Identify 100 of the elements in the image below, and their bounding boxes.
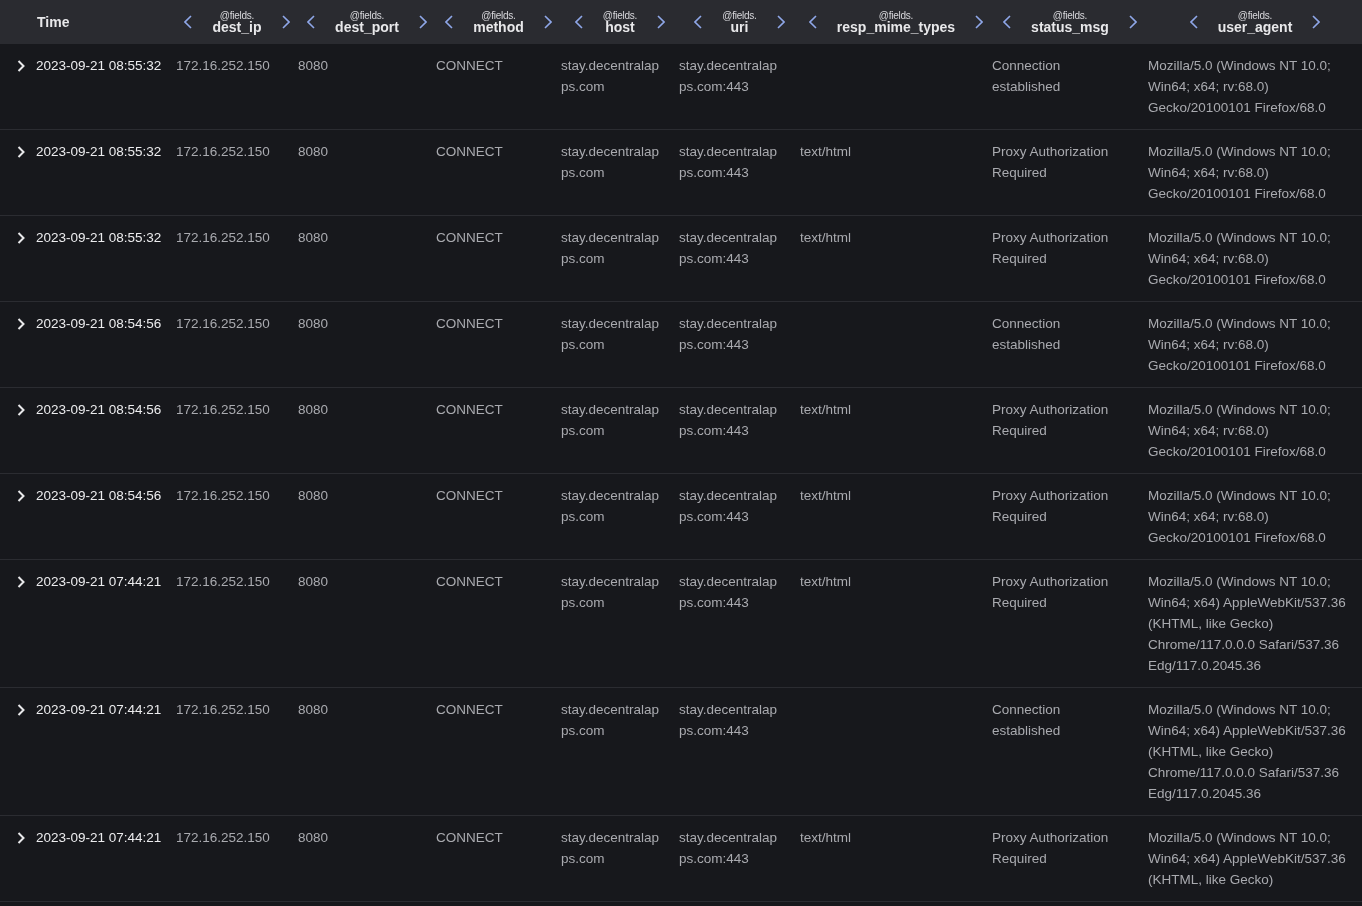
table-cell-text: stay.decentralapps.com — [561, 573, 661, 612]
table-cell-text: Connection established — [992, 57, 1062, 96]
table-cell-text: Proxy Authorization Required — [992, 143, 1110, 182]
table-cell-text: CONNECT — [436, 401, 504, 419]
table-cell-text: text/html — [800, 487, 852, 505]
table-cell-text: 172.16.252.150 — [176, 315, 271, 333]
table-cell-text: stay.decentralapps.com — [561, 57, 661, 96]
table-cell-text: text/html — [800, 401, 852, 419]
table-cell-text: CONNECT — [436, 487, 504, 505]
column-header: method — [473, 19, 524, 34]
table-cell-text: stay.decentralapps.com:443 — [679, 701, 779, 740]
table-cell-text: Proxy Authorization Required — [992, 487, 1110, 526]
table-cell-text: Mozilla/5.0 (Windows NT 10.0; Win64; x64; rv:68.0) Gecko/20100101 Firefox/68.0 — [1148, 57, 1332, 117]
table-cell-text: 172.16.252.150 — [176, 487, 271, 505]
table-cell-text: stay.decentralapps.com:443 — [679, 143, 779, 182]
field-prefix: @fields. — [481, 10, 516, 21]
table-cell-text: Proxy Authorization Required — [992, 229, 1110, 268]
column-header: dest_port — [335, 19, 399, 34]
table-cell-text: Connection established — [992, 315, 1062, 354]
field-prefix: @fields. — [1237, 10, 1273, 21]
table-cell-text: Mozilla/5.0 (Windows NT 10.0; Win64; x64; rv:68.0) Gecko/20100101 Firefox/68.0 — [1148, 315, 1332, 375]
expand-row-button[interactable] — [16, 317, 26, 330]
table-cell-text: stay.decentralapps.com:443 — [679, 315, 779, 354]
expand-row-button[interactable] — [16, 145, 26, 158]
table-cell-text: text/html — [800, 829, 852, 847]
table-cell-text: stay.decentralapps.com:443 — [679, 487, 779, 526]
table-cell-text: 8080 — [298, 143, 330, 161]
field-prefix: @fields. — [219, 10, 255, 21]
table-cell-text: Mozilla/5.0 (Windows NT 10.0; Win64; x64) AppleWebKit/537.36 (KHTML, like Gecko) Chrome/117.0.0.0 Safari/537.36 Edg/117.0.2045.36 — [1148, 573, 1347, 675]
table-cell-text: 2023-09-21 08:55:32 — [36, 57, 162, 75]
table-cell-text: stay.decentralapps.com:443 — [679, 829, 779, 868]
expand-row-button[interactable] — [16, 231, 26, 244]
table-cell-text: Mozilla/5.0 (Windows NT 10.0; Win64; x64; rv:68.0) Gecko/20100101 Firefox/68.0 — [1148, 487, 1332, 547]
column-header: uri — [730, 19, 749, 34]
table-cell-text: 8080 — [298, 573, 330, 591]
table-cell-text: stay.decentralapps.com:443 — [679, 229, 779, 268]
table-cell-text: 8080 — [298, 829, 330, 847]
table-cell-text: CONNECT — [436, 229, 504, 247]
table-cell-text: 172.16.252.150 — [176, 573, 271, 591]
table-cell-text: 172.16.252.150 — [176, 143, 271, 161]
field-prefix: @fields. — [722, 10, 757, 21]
table-cell-text: Proxy Authorization Required — [992, 829, 1110, 868]
table-row[interactable]: 2023-09-21 08:55:32 172.16.252.150 8080 CONNECT stay.decentralapps.com stay.decentralapps.com:443 Connection established Mozilla/5.0 (Windows NT 10.0; Win64; x64; rv:68.0) Gecko/20100101 Firefox/68.0 — [0, 44, 1362, 130]
table-cell-text: 8080 — [298, 701, 330, 719]
table-cell-text: stay.decentralapps.com:443 — [679, 401, 779, 440]
table-row[interactable]: 2023-09-21 08:54:56 172.16.252.150 8080 CONNECT stay.decentralapps.com stay.decentralapps.com:443 Connection established Mozilla/5.0 (Windows NT 10.0; Win64; x64; rv:68.0) Gecko/20100101 Firefox/68.0 — [0, 302, 1362, 388]
table-cell-text: 2023-09-21 08:54:56 — [36, 487, 162, 505]
table-cell-text: Proxy Authorization Required — [992, 401, 1110, 440]
table-cell-text: Mozilla/5.0 (Windows NT 10.0; Win64; x64) AppleWebKit/537.36 (KHTML, like Gecko) — [1148, 829, 1347, 889]
expand-row-button[interactable] — [16, 59, 26, 72]
table-cell-text: stay.decentralapps.com — [561, 401, 661, 440]
expand-row-button[interactable] — [16, 831, 26, 844]
table-cell-text: stay.decentralapps.com:443 — [679, 573, 779, 612]
table-cell-text: 8080 — [298, 57, 330, 75]
table-cell-text: 8080 — [298, 315, 330, 333]
table-cell-text: 172.16.252.150 — [176, 701, 271, 719]
table-cell-text: CONNECT — [436, 573, 504, 591]
table-cell-text: Mozilla/5.0 (Windows NT 10.0; Win64; x64; rv:68.0) Gecko/20100101 Firefox/68.0 — [1148, 143, 1332, 203]
table-cell-text: 2023-09-21 07:44:21 — [36, 701, 162, 719]
table-cell-text: 2023-09-21 07:44:21 — [36, 829, 162, 847]
table-cell-text: CONNECT — [436, 701, 504, 719]
table-cell-text: CONNECT — [436, 57, 504, 75]
field-prefix: @fields. — [1052, 10, 1088, 21]
table-cell-text: text/html — [800, 573, 852, 591]
table-cell-text: Mozilla/5.0 (Windows NT 10.0; Win64; x64; rv:68.0) Gecko/20100101 Firefox/68.0 — [1148, 229, 1332, 289]
table-cell-text: stay.decentralapps.com — [561, 229, 661, 268]
table-cell-text: Proxy Authorization Required — [992, 573, 1110, 612]
table-cell-text: 172.16.252.150 — [176, 401, 271, 419]
table-cell-text: 172.16.252.150 — [176, 57, 271, 75]
table-cell-text: 172.16.252.150 — [176, 229, 271, 247]
table-cell-text: 2023-09-21 08:54:56 — [36, 315, 162, 333]
table-cell-text: stay.decentralapps.com — [561, 701, 661, 740]
column-header: resp_mime_types — [836, 19, 956, 34]
table-cell-text: text/html — [800, 229, 852, 247]
table-cell-text: CONNECT — [436, 143, 504, 161]
table-cell-text: 8080 — [298, 487, 330, 505]
table-cell-text: 2023-09-21 07:44:21 — [36, 573, 162, 591]
column-header: Time — [37, 12, 70, 32]
column-header: host — [605, 19, 635, 34]
table-cell-text: CONNECT — [436, 315, 504, 333]
table-cell-text: stay.decentralapps.com:443 — [679, 57, 779, 96]
column-header: dest_ip — [212, 19, 262, 34]
table-cell-text: CONNECT — [436, 829, 504, 847]
table-cell-text: text/html — [800, 143, 852, 161]
field-prefix: @fields. — [878, 10, 914, 21]
table-cell-text: stay.decentralapps.com — [561, 143, 661, 182]
table-cell-text: 2023-09-21 08:54:56 — [36, 401, 162, 419]
table-cell-text: stay.decentralapps.com — [561, 315, 661, 354]
table-cell-text: 8080 — [298, 229, 330, 247]
table-cell-text: 172.16.252.150 — [176, 829, 271, 847]
table-cell-text: stay.decentralapps.com — [561, 487, 661, 526]
table-cell-text: Mozilla/5.0 (Windows NT 10.0; Win64; x64) AppleWebKit/537.36 (KHTML, like Gecko) Chrome/117.0.0.0 Safari/537.36 Edg/117.0.2045.36 — [1148, 701, 1347, 803]
expand-row-button[interactable] — [16, 703, 26, 716]
table-cell-text: Mozilla/5.0 (Windows NT 10.0; Win64; x64; rv:68.0) Gecko/20100101 Firefox/68.0 — [1148, 401, 1332, 461]
table-cell-text: 8080 — [298, 401, 330, 419]
expand-row-button[interactable] — [16, 489, 26, 502]
field-prefix: @fields. — [602, 10, 638, 21]
table-cell-text: 2023-09-21 08:55:32 — [36, 229, 162, 247]
expand-row-button[interactable] — [16, 403, 26, 416]
expand-row-button[interactable] — [16, 575, 26, 588]
